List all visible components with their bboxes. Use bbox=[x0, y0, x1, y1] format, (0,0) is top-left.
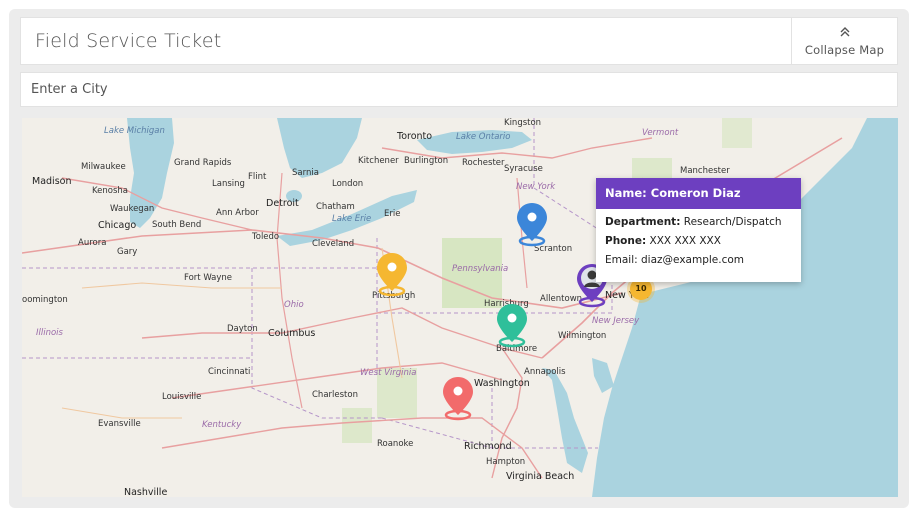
map-label: Chicago bbox=[98, 220, 137, 231]
map-label: Manchester bbox=[680, 166, 730, 176]
map-label: Ann Arbor bbox=[216, 208, 259, 218]
header-bar: Field Service Ticket Collapse Map bbox=[20, 17, 898, 65]
double-chevron-up-icon bbox=[840, 27, 849, 37]
map-label: Milwaukee bbox=[81, 162, 126, 172]
map-label: Lansing bbox=[212, 179, 245, 189]
map-label: Sarnia bbox=[292, 168, 319, 178]
map-label: Nashville bbox=[124, 487, 168, 497]
popup-email-value: diaz@example.com bbox=[641, 254, 745, 266]
popup-department-value: Research/Dispatch bbox=[683, 216, 782, 228]
map-label: Washington bbox=[474, 378, 530, 389]
map-label: Charleston bbox=[312, 390, 358, 400]
map-label: Rochester bbox=[462, 158, 505, 168]
map-label: Hampton bbox=[486, 457, 526, 467]
page-title: Field Service Ticket bbox=[35, 30, 222, 52]
map-label: Chatham bbox=[316, 202, 355, 212]
map-label: Grand Rapids bbox=[174, 158, 232, 168]
city-search-box bbox=[20, 72, 898, 107]
map-label: Dayton bbox=[227, 324, 258, 334]
map-label: Madison bbox=[32, 176, 72, 187]
popup-department-row: Department: Research/Dispatch bbox=[596, 216, 801, 228]
map-label: oomington bbox=[22, 295, 68, 305]
map-label: Toledo bbox=[252, 232, 280, 242]
map-label: Pennsylvania bbox=[452, 264, 509, 274]
map-label: London bbox=[332, 179, 364, 189]
map-label: Richmond bbox=[464, 441, 512, 452]
map-label: Wilmington bbox=[558, 331, 607, 341]
map-label: Erie bbox=[384, 209, 401, 219]
popup-phone-key: Phone: bbox=[605, 235, 647, 247]
map-label: Syracuse bbox=[504, 164, 543, 174]
map-label: Evansville bbox=[98, 419, 141, 429]
map-label: Kingston bbox=[504, 118, 542, 128]
map-label: Gary bbox=[117, 247, 138, 257]
map-label: Detroit bbox=[266, 198, 299, 209]
map-base-layer bbox=[22, 118, 898, 497]
map-label: Kitchener bbox=[358, 156, 399, 166]
map-label: Fort Wayne bbox=[184, 273, 233, 283]
collapse-map-button[interactable]: Collapse Map bbox=[791, 18, 897, 64]
info-popup: Name: Comeron Diaz Department: Research/… bbox=[596, 178, 801, 282]
map-label: Illinois bbox=[36, 328, 63, 338]
map-label: Roanoke bbox=[377, 439, 414, 449]
map-view[interactable]: Lake Michigan Milwaukee Madison Grand Ra… bbox=[22, 118, 898, 497]
map-pin-red[interactable] bbox=[441, 375, 475, 421]
map-label: Waukegan bbox=[110, 204, 155, 214]
map-label: Columbus bbox=[268, 328, 316, 339]
map-label: New Jersey bbox=[592, 316, 640, 326]
map-pin-teal[interactable] bbox=[495, 302, 529, 348]
map-label: Burlington bbox=[404, 156, 449, 166]
map-label: Lake Michigan bbox=[104, 126, 165, 136]
map-label: Ohio bbox=[284, 300, 304, 310]
map-label: Toronto bbox=[397, 131, 433, 142]
collapse-map-label: Collapse Map bbox=[804, 43, 885, 57]
city-search-input[interactable] bbox=[21, 73, 897, 106]
popup-name: Name: Comeron Diaz bbox=[596, 178, 801, 209]
map-pin-orange[interactable] bbox=[375, 251, 409, 297]
map-label: Lake Ontario bbox=[456, 132, 511, 142]
map-pin-blue[interactable] bbox=[515, 201, 549, 247]
app-frame: Field Service Ticket Collapse Map Enter … bbox=[9, 9, 909, 508]
map-label: Vermont bbox=[642, 128, 679, 138]
popup-email-row: Email: diaz@example.com bbox=[596, 254, 801, 266]
popup-phone-row: Phone: XXX XXX XXX bbox=[596, 235, 801, 247]
map-label: Flint bbox=[248, 172, 267, 182]
popup-phone-value: XXX XXX XXX bbox=[649, 235, 721, 247]
map-label: Kentucky bbox=[202, 420, 242, 430]
map-label: Cincinnati bbox=[208, 367, 251, 377]
map-label: Annapolis bbox=[524, 367, 566, 377]
map-label: Louisville bbox=[162, 392, 202, 402]
popup-email-key: Email: bbox=[605, 254, 638, 266]
map-label: Lake Erie bbox=[332, 214, 372, 224]
map-label: West Virginia bbox=[360, 368, 417, 378]
map-label: Kenosha bbox=[92, 186, 128, 196]
map-label: South Bend bbox=[152, 220, 202, 230]
map-label: Cleveland bbox=[312, 239, 355, 249]
map-label: New York bbox=[516, 182, 556, 192]
popup-department-key: Department: bbox=[605, 216, 681, 228]
map-label: Aurora bbox=[78, 238, 107, 248]
map-label: Virginia Beach bbox=[506, 471, 575, 482]
